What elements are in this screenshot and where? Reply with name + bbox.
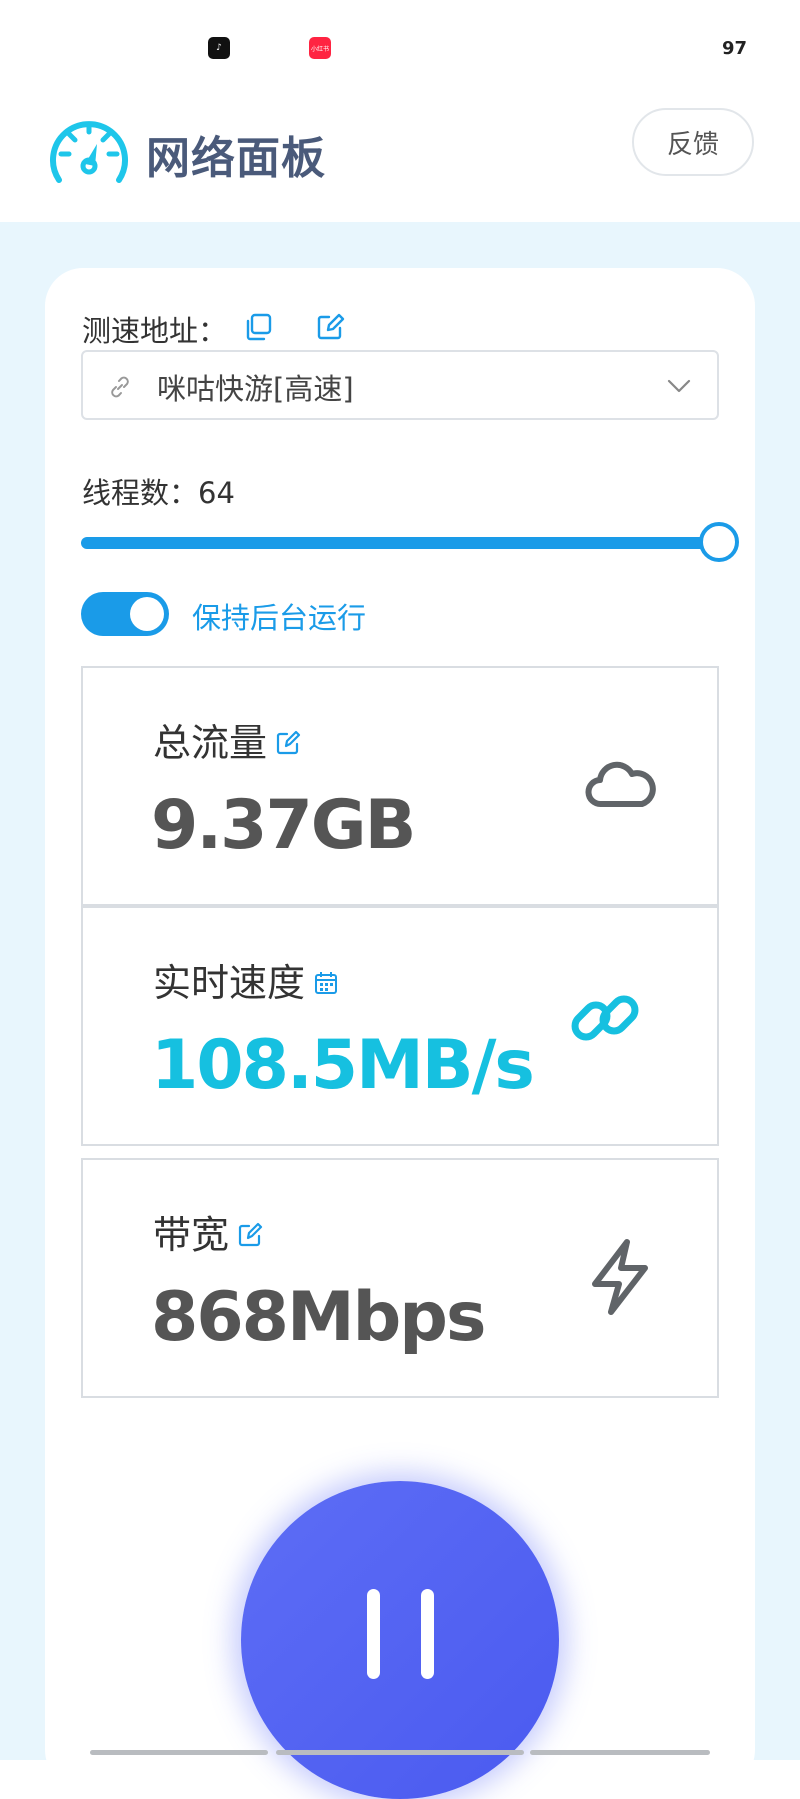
chevron-down-icon xyxy=(667,379,691,393)
nav-gesture-bar xyxy=(90,1750,268,1755)
threads-label-text: 线程数： xyxy=(82,476,199,510)
pause-icon-bar xyxy=(421,1589,434,1679)
nav-gesture-bar xyxy=(530,1750,710,1755)
app-title: 网络面板 xyxy=(146,133,326,184)
stat-title: 带宽 xyxy=(153,1204,263,1259)
stat-label: 实时速度 xyxy=(153,961,306,1005)
status-bar: ♪ 小红书 97 xyxy=(0,0,800,100)
stat-label: 总流量 xyxy=(153,721,268,765)
lightning-icon xyxy=(592,1239,648,1315)
stat-total-traffic: 总流量 9.37GB xyxy=(81,666,719,906)
keep-alive-toggle[interactable] xyxy=(81,592,169,636)
battery-level: 97 xyxy=(721,38,747,59)
threads-label: 线程数：64 xyxy=(82,470,235,512)
nav-gesture-bar xyxy=(276,1750,524,1755)
stat-label: 带宽 xyxy=(153,1213,230,1257)
stat-title: 总流量 xyxy=(153,712,301,767)
url-label: 测速地址： xyxy=(82,314,228,348)
xiaohongshu-label: 小红书 xyxy=(310,45,329,53)
stat-value: 868Mbps xyxy=(151,1278,486,1357)
stat-title: 实时速度 xyxy=(153,952,339,1007)
link-icon xyxy=(111,376,129,398)
feedback-button[interactable]: 反馈 xyxy=(632,108,754,176)
url-select[interactable]: 咪咕快游[高速] xyxy=(81,350,719,420)
keep-alive-label[interactable]: 保持后台运行 xyxy=(192,595,366,637)
link-icon xyxy=(571,995,639,1041)
edit-icon[interactable] xyxy=(237,1222,263,1248)
threads-slider-thumb[interactable] xyxy=(699,522,739,562)
pause-icon xyxy=(367,1589,380,1679)
stat-bandwidth: 带宽 868Mbps xyxy=(81,1158,719,1398)
cloud-icon xyxy=(585,761,656,807)
tiktok-icon: ♪ xyxy=(208,37,230,59)
stat-value: 9.37GB xyxy=(151,786,416,865)
xiaohongshu-icon: 小红书 xyxy=(309,37,331,59)
copy-icon[interactable] xyxy=(243,312,273,342)
app-header: 网络面板 反馈 xyxy=(0,100,800,222)
threads-value: 64 xyxy=(198,476,235,510)
threads-slider-track[interactable] xyxy=(81,537,721,549)
edit-icon[interactable] xyxy=(275,730,301,756)
speedometer-icon xyxy=(50,121,128,183)
stat-value: 108.5MB/s xyxy=(151,1026,535,1105)
toggle-knob xyxy=(130,597,164,631)
edit-url-icon[interactable] xyxy=(315,312,345,342)
calendar-icon[interactable] xyxy=(313,970,339,996)
url-value: 咪咕快游[高速] xyxy=(157,372,354,406)
stat-realtime-speed: 实时速度 108.5MB/s xyxy=(81,906,719,1146)
